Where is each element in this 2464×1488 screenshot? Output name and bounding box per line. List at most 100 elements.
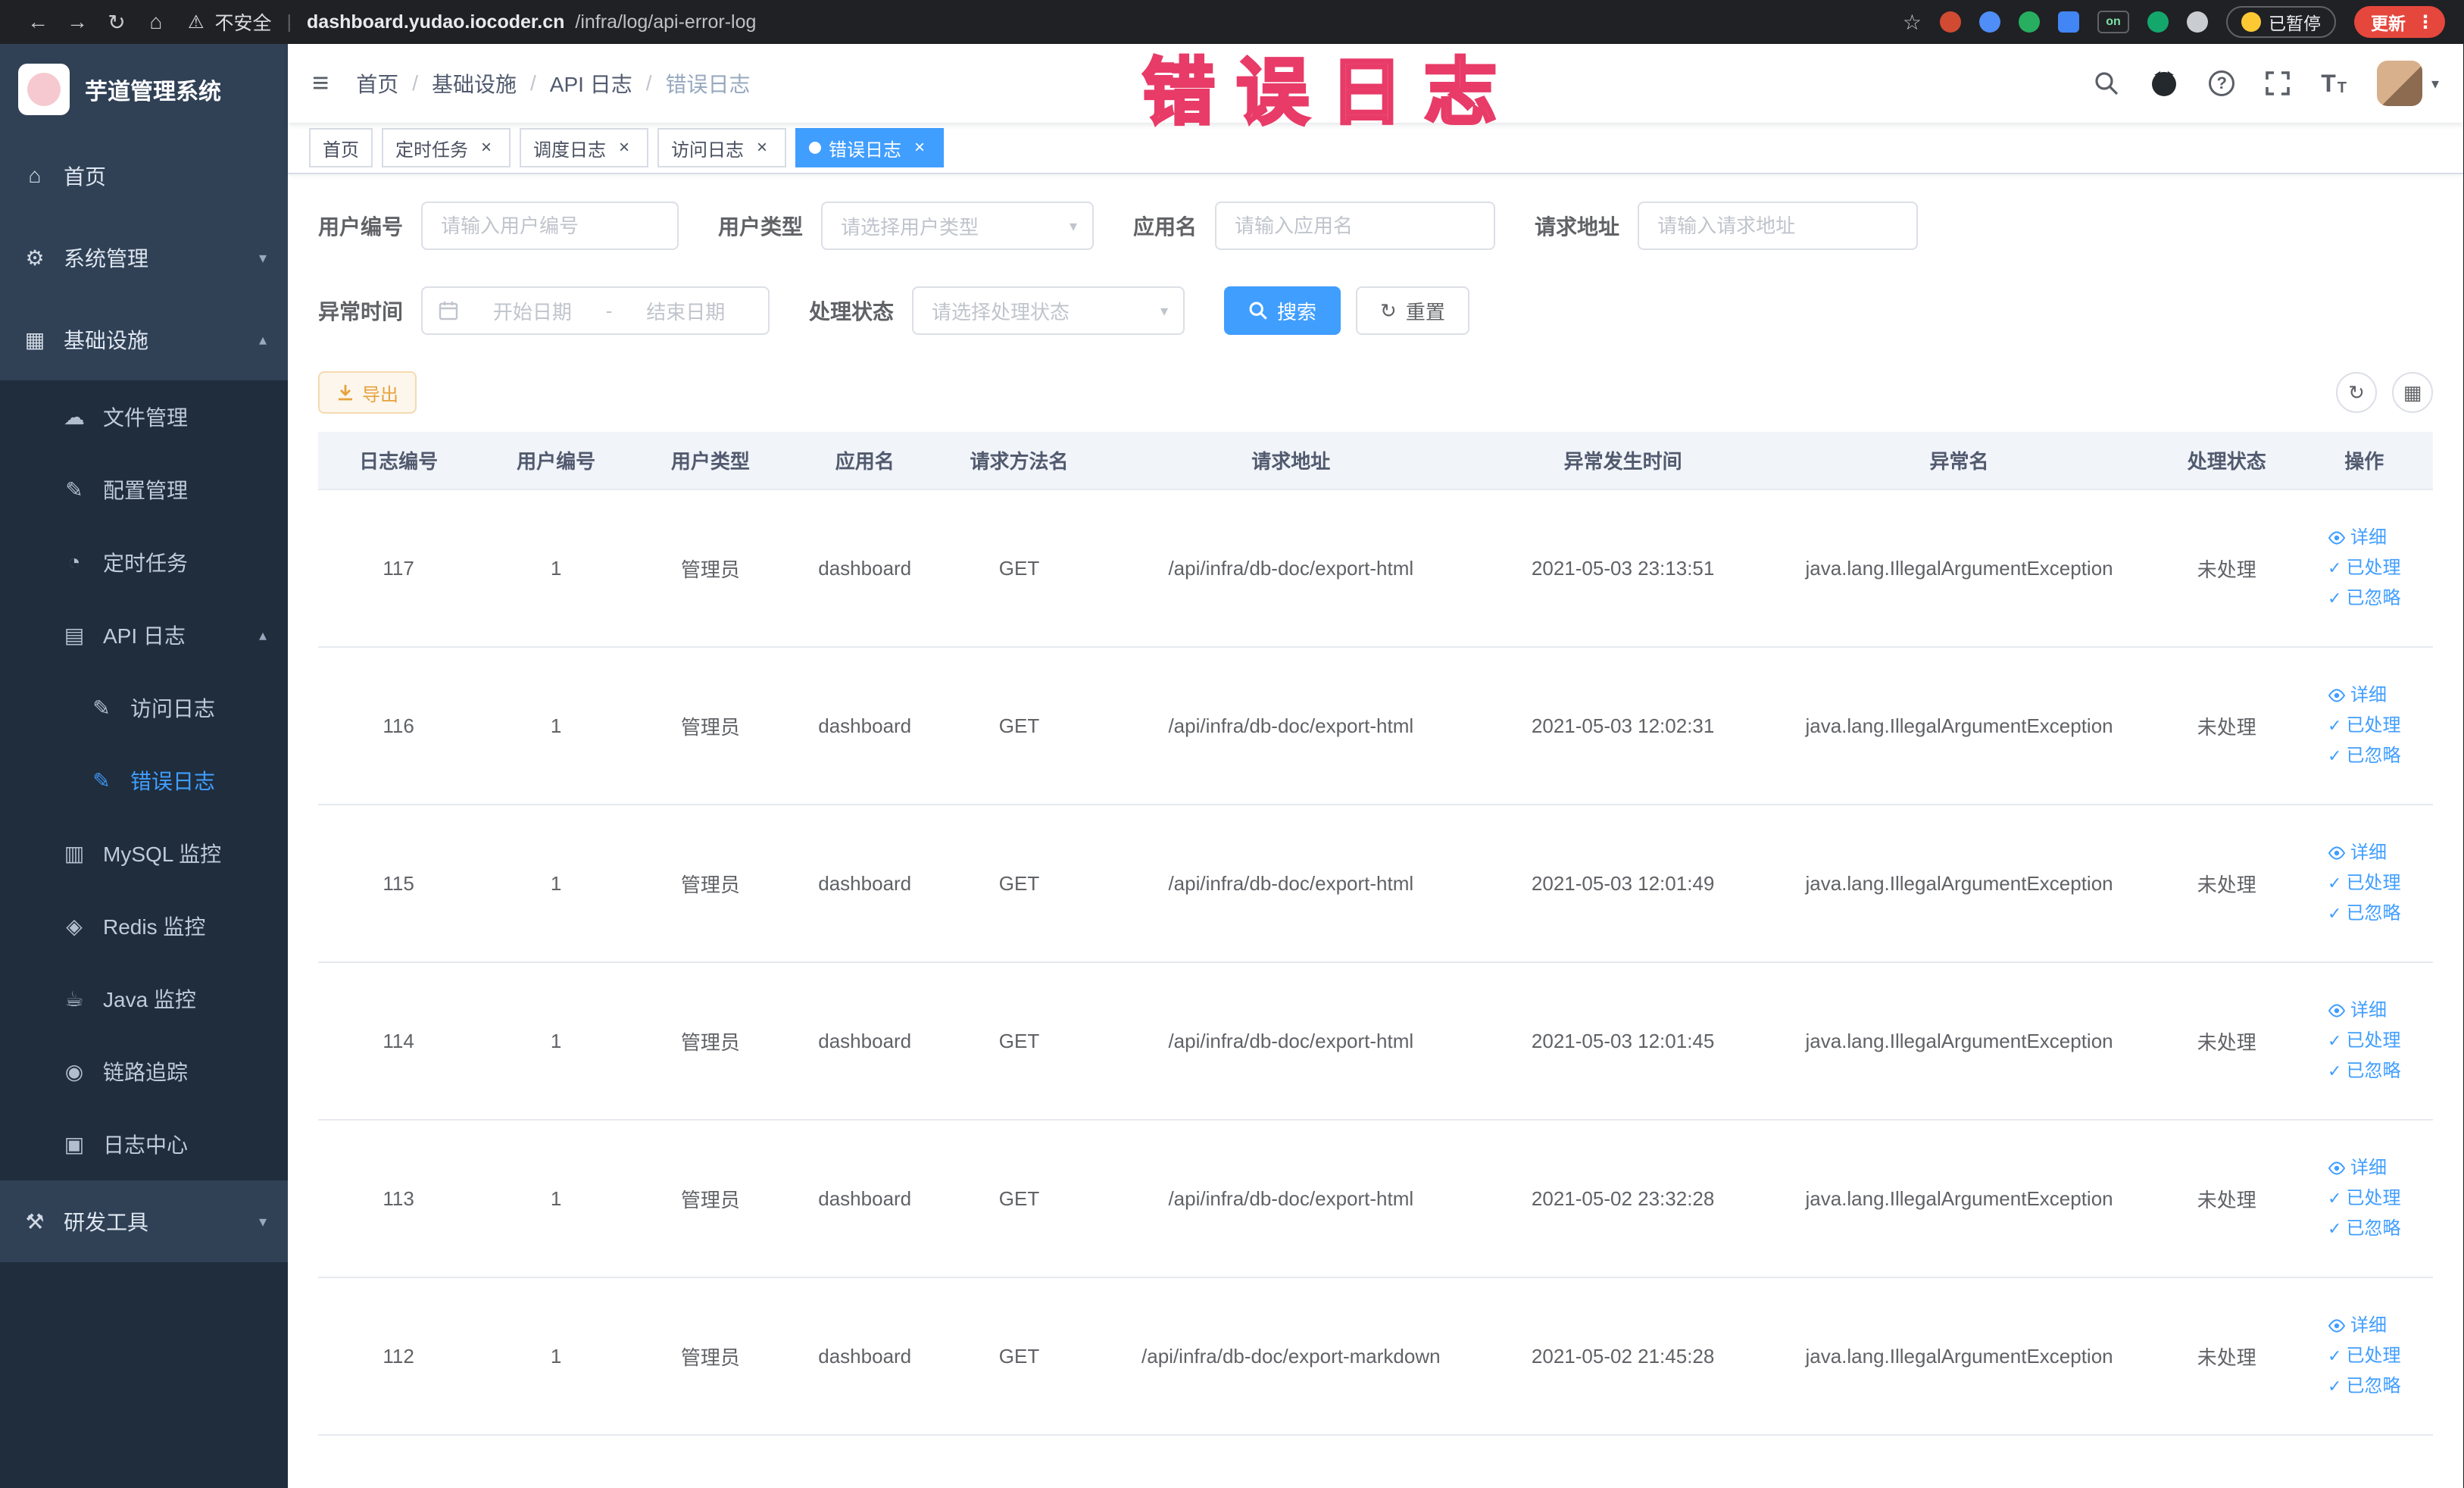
search-button[interactable]: 搜索 (1224, 286, 1341, 335)
action-detail[interactable]: 详细 (2328, 1002, 2387, 1020)
sidebar-filler (0, 1262, 288, 1488)
eye-icon (2328, 1159, 2346, 1177)
sidebar-item-file[interactable]: ☁ 文件管理 (0, 380, 288, 453)
action-processed[interactable]: ✓ 已处理 (2328, 559, 2400, 577)
action-ignored[interactable]: ✓ 已忽略 (2328, 1062, 2400, 1080)
sidebar-item-error-log[interactable]: ✎ 错误日志 (0, 744, 288, 817)
eye-icon: ◉ (64, 1059, 84, 1083)
home-icon[interactable]: ⌂ (136, 10, 176, 34)
tab-访问日志[interactable]: 访问日志 × (657, 128, 786, 167)
sidebar-item-mysql[interactable]: ▥ MySQL 监控 (0, 817, 288, 889)
sidebar-item-log-center[interactable]: ▣ 日志中心 (0, 1108, 288, 1180)
page-content: 用户编号 用户类型 请选择用户类型 ▾ 应用名 请求地址 (288, 174, 2463, 1488)
user-type-select[interactable]: 请选择用户类型 ▾ (821, 202, 1095, 250)
sidebar-item-access-log[interactable]: ✎ 访问日志 (0, 671, 288, 744)
search-icon (1249, 302, 1267, 320)
paused-badge[interactable]: 已暂停 (2226, 6, 2336, 38)
sidebar-item-java[interactable]: ☕ Java 监控 (0, 962, 288, 1035)
app-name-input[interactable] (1215, 202, 1496, 250)
cell: java.lang.IllegalArgumentException (1760, 489, 2158, 648)
request-url-input[interactable] (1638, 202, 1919, 250)
tab-错误日志[interactable]: 错误日志 × (795, 128, 944, 167)
breadcrumb-item[interactable]: 首页 (356, 68, 398, 98)
extension-paw-icon[interactable] (2187, 11, 2208, 33)
cell: java.lang.IllegalArgumentException (1760, 962, 2158, 1121)
action-ignored[interactable]: ✓ 已忽略 (2328, 747, 2400, 765)
cell: 2021-05-03 12:01:49 (1485, 805, 1761, 963)
fullscreen-icon[interactable] (2265, 70, 2291, 96)
extension-icon[interactable] (2019, 11, 2040, 33)
sidebar-item-trace[interactable]: ◉ 链路追踪 (0, 1035, 288, 1108)
close-icon[interactable]: × (909, 137, 930, 158)
help-icon[interactable]: ? (2209, 70, 2235, 96)
kebab-menu-icon[interactable]: ⋮ (2416, 11, 2434, 33)
action-ignored[interactable]: ✓ 已忽略 (2328, 1377, 2400, 1396)
action-detail[interactable]: 详细 (2328, 1317, 2387, 1335)
action-processed[interactable]: ✓ 已处理 (2328, 717, 2400, 735)
filter-label: 请求地址 (1535, 215, 1620, 239)
app-frame: 芋道管理系统 ⌂ 首页 ⚙ 系统管理 ▾ ▦ 基础设施 ▴ ☁ 文件管理 ✎ 配置管理 ◔ 定时任务 ▤ AP… (0, 44, 2463, 1488)
sidebar-item-label: MySQL 监控 (103, 842, 222, 866)
action-ignored[interactable]: ✓ 已忽略 (2328, 1220, 2400, 1238)
user-id-input[interactable] (421, 202, 679, 250)
bookmark-star-icon[interactable]: ☆ (1903, 10, 1922, 35)
extension-icon[interactable] (2147, 11, 2169, 33)
tab-首页[interactable]: 首页 (309, 128, 373, 167)
font-size-icon[interactable]: T T (2321, 71, 2347, 95)
logo[interactable]: 芋道管理系统 (0, 44, 288, 135)
extension-on-badge[interactable]: on (2097, 11, 2129, 33)
cell: 1 (479, 805, 633, 963)
user-menu[interactable]: ▾ (2376, 61, 2439, 106)
sidebar-item-home[interactable]: ⌂ 首页 (0, 135, 288, 217)
sidebar-item-system[interactable]: ⚙ 系统管理 ▾ (0, 217, 288, 299)
process-status-select[interactable]: 请选择处理状态 ▾ (912, 286, 1185, 335)
action-label: 已处理 (2346, 715, 2401, 736)
search-icon[interactable] (2094, 70, 2119, 96)
sidebar-item-config[interactable]: ✎ 配置管理 (0, 453, 288, 526)
action-processed[interactable]: ✓ 已处理 (2328, 874, 2400, 892)
extension-grid-icon[interactable] (2058, 11, 2079, 33)
security-label: 不安全 (214, 13, 272, 34)
action-processed[interactable]: ✓ 已处理 (2328, 1347, 2400, 1365)
action-processed[interactable]: ✓ 已处理 (2328, 1189, 2400, 1208)
column-header: 日志编号 (318, 432, 479, 490)
action-detail[interactable]: 详细 (2328, 529, 2387, 547)
sidebar-item-redis[interactable]: ◈ Redis 监控 (0, 889, 288, 962)
reload-icon[interactable]: ↻ (97, 10, 136, 35)
address-bar[interactable]: ⚠ 不安全 | dashboard.yudao.iocoder.cn/infra… (188, 8, 756, 36)
sidebar-item-label: 系统管理 (64, 247, 149, 270)
action-detail[interactable]: 详细 (2328, 686, 2387, 705)
close-icon[interactable]: × (751, 137, 773, 158)
check-icon: ✓ (2328, 589, 2342, 608)
extension-icon[interactable] (1940, 11, 1961, 33)
tab-定时任务[interactable]: 定时任务 × (382, 128, 511, 167)
action-detail[interactable]: 详细 (2328, 844, 2387, 862)
update-button[interactable]: 更新 ⋮ (2354, 6, 2445, 38)
tab-调度日志[interactable]: 调度日志 × (520, 128, 648, 167)
refresh-table-button[interactable]: ↻ (2336, 372, 2377, 413)
close-icon[interactable]: × (476, 137, 497, 158)
reset-button[interactable]: ↻ 重置 (1356, 286, 1469, 335)
sidebar-item-job[interactable]: ◔ 定时任务 (0, 526, 288, 599)
tab-label: 访问日志 (671, 139, 744, 161)
hamburger-icon[interactable]: ≡ (312, 67, 329, 100)
breadcrumb-item[interactable]: API 日志 (550, 68, 632, 98)
close-icon[interactable]: × (614, 137, 635, 158)
date-range-picker[interactable]: 开始日期 - 结束日期 (421, 286, 770, 335)
action-ignored[interactable]: ✓ 已忽略 (2328, 589, 2400, 608)
sidebar-item-api-log[interactable]: ▤ API 日志 ▴ (0, 599, 288, 671)
action-processed[interactable]: ✓ 已处理 (2328, 1032, 2400, 1050)
extension-icon[interactable] (1979, 11, 2000, 33)
action-ignored[interactable]: ✓ 已忽略 (2328, 905, 2400, 923)
sidebar-item-dev-tools[interactable]: ⚒ 研发工具 ▾ (0, 1180, 288, 1262)
forward-icon[interactable]: → (58, 10, 97, 34)
sidebar-item-label: 定时任务 (103, 552, 189, 575)
column-settings-button[interactable]: ▦ (2392, 372, 2433, 413)
breadcrumb-item[interactable]: 基础设施 (432, 68, 517, 98)
action-detail[interactable]: 详细 (2328, 1159, 2387, 1177)
back-icon[interactable]: ← (18, 10, 58, 34)
export-button[interactable]: 导出 (318, 371, 417, 414)
github-icon[interactable] (2150, 69, 2178, 98)
sidebar-item-label: 错误日志 (130, 770, 216, 793)
sidebar-item-infra[interactable]: ▦ 基础设施 ▴ (0, 299, 288, 380)
